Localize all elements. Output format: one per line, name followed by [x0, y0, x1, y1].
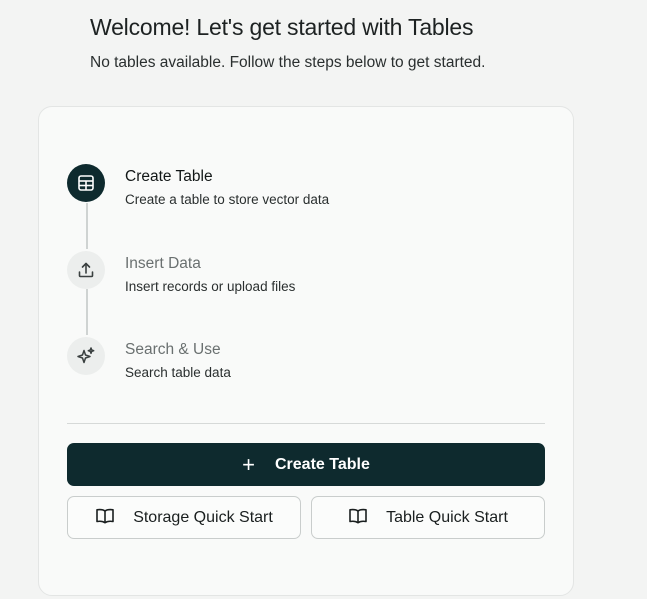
step-insert-data: Insert Data Insert records or upload fil… — [67, 251, 507, 311]
upload-icon — [67, 251, 105, 289]
book-open-icon — [348, 507, 368, 528]
storage-quick-start-button[interactable]: Storage Quick Start — [67, 496, 301, 539]
table-quick-start-button[interactable]: Table Quick Start — [311, 496, 545, 539]
step-create-table: Create Table Create a table to store vec… — [67, 164, 507, 224]
page-subtitle: No tables available. Follow the steps be… — [90, 54, 486, 71]
step-search-use: Search & Use Search table data — [67, 337, 507, 397]
book-open-icon — [95, 507, 115, 528]
step-description: Insert records or upload files — [125, 279, 296, 294]
getting-started-card: Create Table Create a table to store vec… — [38, 106, 574, 596]
table-quick-start-label: Table Quick Start — [386, 508, 508, 526]
page-title: Welcome! Let's get started with Tables — [90, 14, 474, 40]
step-title: Insert Data — [125, 255, 201, 272]
create-table-label: Create Table — [275, 455, 370, 473]
step-title: Create Table — [125, 168, 213, 185]
divider — [67, 423, 545, 424]
sparkles-icon — [67, 337, 105, 375]
storage-quick-start-label: Storage Quick Start — [133, 508, 273, 526]
plus-icon: + — [242, 451, 255, 477]
step-description: Search table data — [125, 365, 231, 380]
table-grid-icon — [67, 164, 105, 202]
tables-welcome-page: Welcome! Let's get started with Tables N… — [0, 0, 647, 599]
step-description: Create a table to store vector data — [125, 192, 330, 207]
create-table-button[interactable]: + Create Table — [67, 443, 545, 486]
step-title: Search & Use — [125, 341, 221, 358]
